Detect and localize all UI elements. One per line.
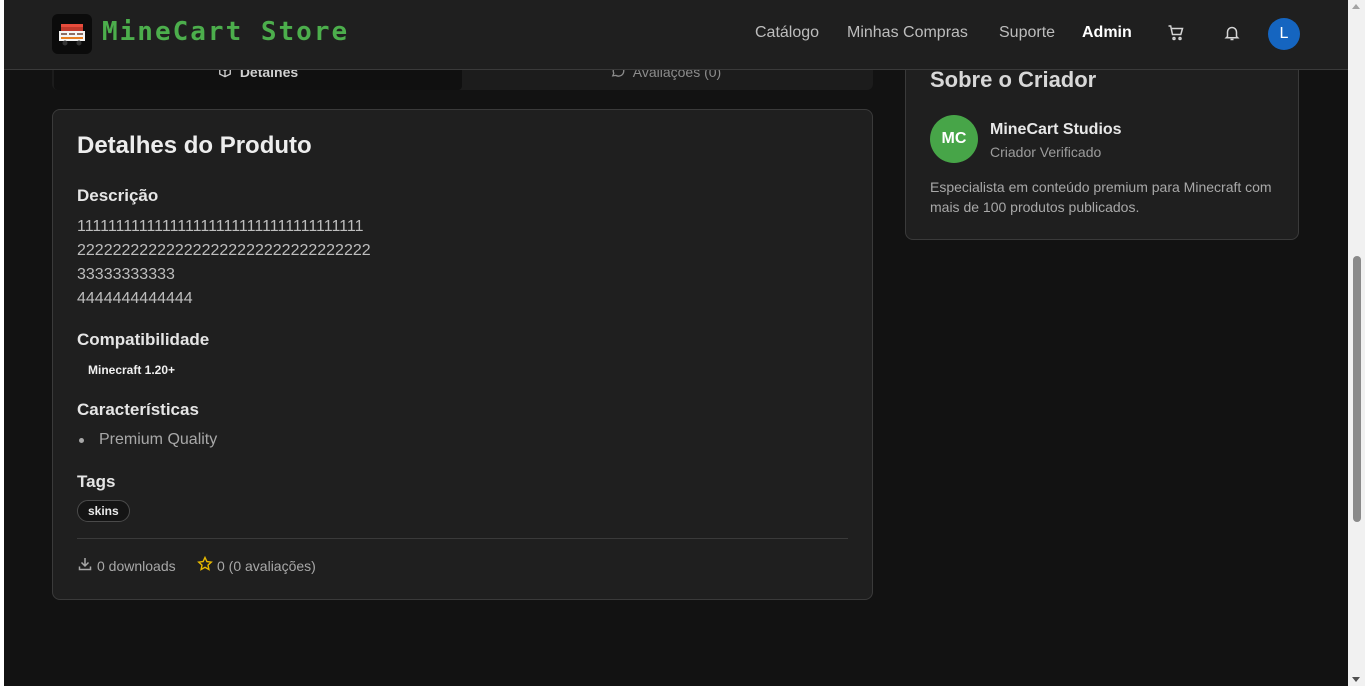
scroll-up-arrow-icon[interactable] (1352, 4, 1360, 9)
tag-pill[interactable]: skins (77, 500, 130, 522)
divider (77, 538, 848, 539)
creator-role: Criador Verificado (990, 144, 1102, 160)
window-bottom-edge (0, 686, 1365, 691)
feature-item: Premium Quality (77, 431, 217, 449)
scrollbar-thumb[interactable] (1353, 256, 1361, 522)
features-label: Características (77, 400, 199, 419)
nav-admin[interactable]: Admin (1082, 24, 1132, 42)
download-icon (77, 556, 93, 575)
downloads-count: 0 downloads (97, 557, 176, 574)
tags-label: Tags (77, 472, 116, 491)
star-icon (197, 555, 213, 575)
compatibility-label: Compatibilidade (77, 330, 210, 349)
page-viewport: Detalhes Avaliações (0) Detalhes do Prod… (4, 0, 1348, 686)
description-line: 1111111111111111111111111111111111111 (77, 218, 364, 235)
scroll-down-arrow-icon[interactable] (1352, 677, 1360, 682)
creator-bio: Especialista em conteúdo premium para Mi… (930, 179, 1272, 215)
rating-text: 0 (0 avaliações) (217, 557, 316, 574)
nav-catalogo[interactable]: Catálogo (755, 24, 819, 42)
cart-icon[interactable] (1167, 24, 1187, 44)
compatibility-badge: Minecraft 1.20+ (88, 363, 176, 377)
feature-text: Premium Quality (99, 431, 218, 448)
bell-icon[interactable] (1223, 24, 1243, 44)
description-label: Descrição (77, 186, 159, 205)
nav-minhas-compras[interactable]: Minhas Compras (847, 24, 968, 42)
description-line: 33333333333 (77, 266, 175, 283)
creator-card: Sobre o Criador MC MineCart Studios Cria… (905, 40, 1299, 240)
product-details-card: Detalhes do Produto Descrição 1111111111… (52, 109, 873, 600)
bullet-icon (79, 437, 84, 443)
card-title: Detalhes do Produto (77, 132, 312, 159)
nav-suporte[interactable]: Suporte (999, 24, 1055, 42)
minecart-logo-icon[interactable] (52, 14, 92, 54)
user-avatar[interactable]: L (1268, 18, 1300, 50)
description-line: 4444444444444 (77, 290, 193, 307)
vertical-scrollbar[interactable] (1348, 0, 1365, 686)
description-line: 222222222222222222222222222222222 (77, 242, 371, 259)
creator-section-title: Sobre o Criador (930, 67, 1097, 92)
creator-name[interactable]: MineCart Studios (990, 121, 1122, 139)
rating-stat: 0 (0 avaliações) (197, 555, 316, 575)
top-header: MineCart Store Catálogo Minhas Compras S… (4, 0, 1348, 70)
brand-title[interactable]: MineCart Store (102, 17, 349, 47)
downloads-stat: 0 downloads (77, 556, 176, 575)
creator-avatar: MC (930, 115, 978, 163)
